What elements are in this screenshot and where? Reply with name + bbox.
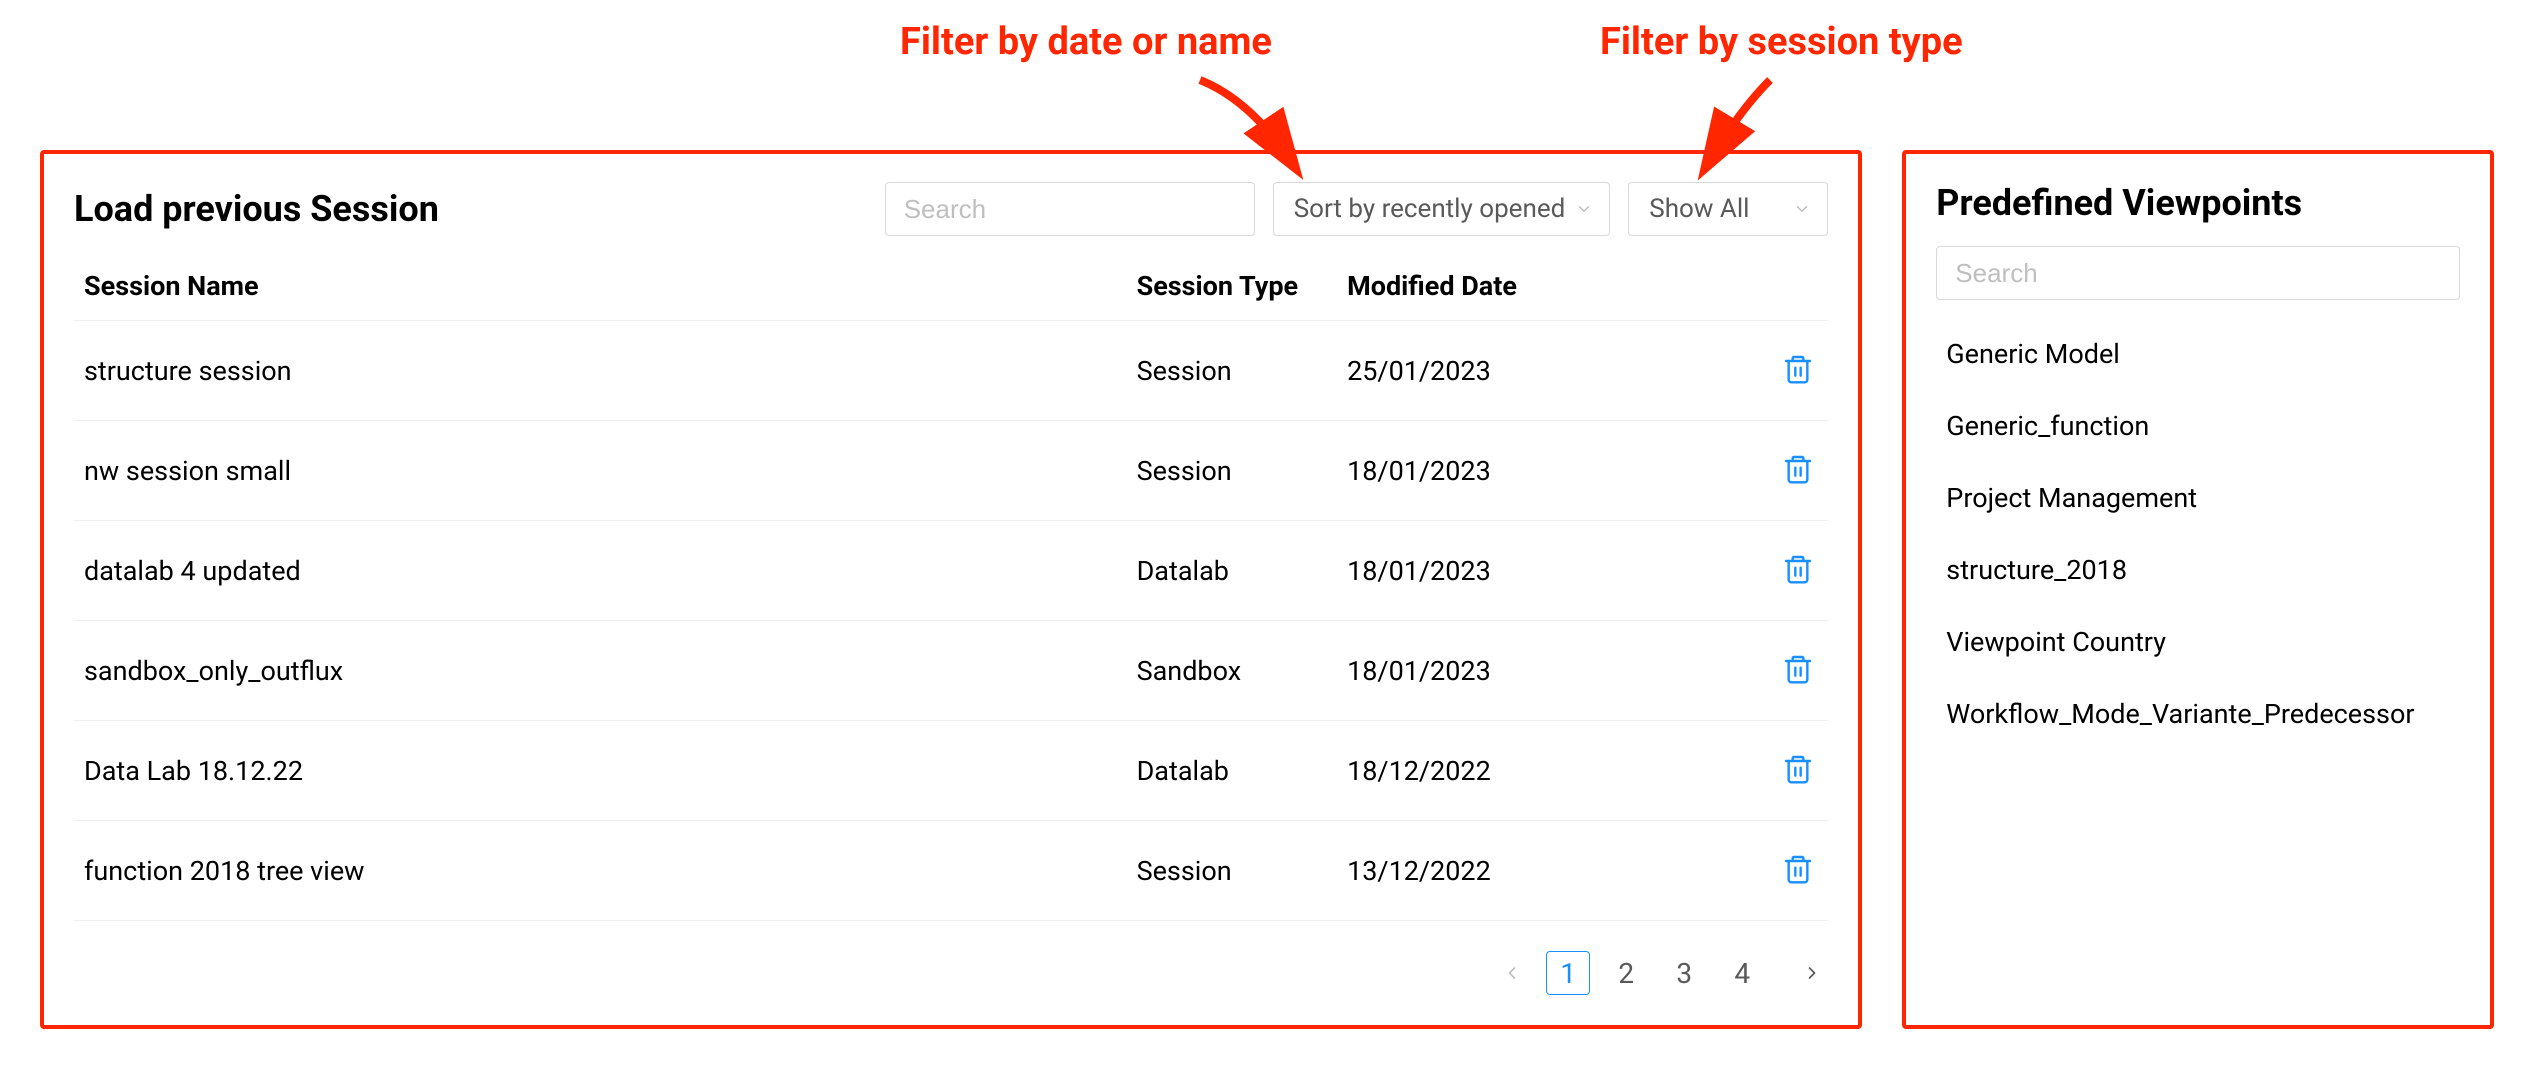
session-date: 25/01/2023 [1337, 321, 1653, 421]
trash-icon [1782, 453, 1814, 485]
delete-button[interactable] [1778, 349, 1818, 389]
sort-select[interactable]: Sort by recently opened [1273, 182, 1611, 236]
type-filter-value: Show All [1649, 194, 1749, 224]
session-date: 18/12/2022 [1337, 721, 1653, 821]
session-name: sandbox_only_outflux [74, 621, 1127, 721]
session-type: Session [1127, 821, 1338, 921]
table-row[interactable]: structure sessionSession25/01/2023 [74, 321, 1828, 421]
session-type: Datalab [1127, 721, 1338, 821]
trash-icon [1782, 753, 1814, 785]
viewpoints-title: Predefined Viewpoints [1936, 182, 2460, 224]
sessions-title: Load previous Session [74, 188, 439, 230]
delete-button[interactable] [1778, 449, 1818, 489]
table-row[interactable]: sandbox_only_outfluxSandbox18/01/2023 [74, 621, 1828, 721]
trash-icon [1782, 653, 1814, 685]
session-type: Datalab [1127, 521, 1338, 621]
session-name: structure session [74, 321, 1127, 421]
col-header-date: Modified Date [1337, 258, 1653, 321]
page-prev[interactable] [1496, 959, 1528, 987]
pagination: 1234 [74, 951, 1828, 995]
sessions-search-input[interactable] [885, 182, 1255, 236]
col-header-type: Session Type [1127, 258, 1338, 321]
page-4[interactable]: 4 [1720, 951, 1764, 995]
page-2[interactable]: 2 [1604, 951, 1648, 995]
delete-button[interactable] [1778, 649, 1818, 689]
list-item[interactable]: Generic Model [1936, 318, 2460, 390]
table-row[interactable]: datalab 4 updatedDatalab18/01/2023 [74, 521, 1828, 621]
session-date: 18/01/2023 [1337, 621, 1653, 721]
table-row[interactable]: function 2018 tree viewSession13/12/2022 [74, 821, 1828, 921]
session-type: Session [1127, 421, 1338, 521]
sessions-table-header: Session Name Session Type Modified Date [74, 258, 1828, 321]
load-previous-session-panel: Load previous Session Sort by recently o… [40, 150, 1862, 1029]
delete-button[interactable] [1778, 549, 1818, 589]
list-item[interactable]: Project Management [1936, 462, 2460, 534]
list-item[interactable]: Generic_function [1936, 390, 2460, 462]
session-date: 18/01/2023 [1337, 421, 1653, 521]
page-1[interactable]: 1 [1546, 951, 1590, 995]
delete-button[interactable] [1778, 749, 1818, 789]
session-date: 13/12/2022 [1337, 821, 1653, 921]
list-item[interactable]: Workflow_Mode_Variante_Predecessor [1936, 678, 2460, 750]
session-type: Sandbox [1127, 621, 1338, 721]
page-next[interactable] [1796, 959, 1828, 987]
annotation-filter-session-type: Filter by session type [1600, 20, 1963, 64]
viewpoints-list: Generic ModelGeneric_functionProject Man… [1936, 318, 2460, 750]
session-type: Session [1127, 321, 1338, 421]
session-name: Data Lab 18.12.22 [74, 721, 1127, 821]
sessions-table: Session Name Session Type Modified Date … [74, 258, 1828, 921]
viewpoints-search-input[interactable] [1936, 246, 2460, 300]
chevron-down-icon [1793, 200, 1811, 218]
table-row[interactable]: Data Lab 18.12.22Datalab18/12/2022 [74, 721, 1828, 821]
annotation-filter-date-name: Filter by date or name [900, 20, 1272, 64]
session-date: 18/01/2023 [1337, 521, 1653, 621]
sort-select-value: Sort by recently opened [1294, 194, 1566, 224]
predefined-viewpoints-panel: Predefined Viewpoints Generic ModelGener… [1902, 150, 2494, 1029]
trash-icon [1782, 553, 1814, 585]
delete-button[interactable] [1778, 849, 1818, 889]
type-filter-select[interactable]: Show All [1628, 182, 1828, 236]
list-item[interactable]: Viewpoint Country [1936, 606, 2460, 678]
col-header-name: Session Name [74, 258, 1127, 321]
chevron-down-icon [1575, 200, 1593, 218]
page-3[interactable]: 3 [1662, 951, 1706, 995]
session-name: datalab 4 updated [74, 521, 1127, 621]
table-row[interactable]: nw session smallSession18/01/2023 [74, 421, 1828, 521]
session-name: nw session small [74, 421, 1127, 521]
trash-icon [1782, 853, 1814, 885]
trash-icon [1782, 353, 1814, 385]
list-item[interactable]: structure_2018 [1936, 534, 2460, 606]
session-name: function 2018 tree view [74, 821, 1127, 921]
